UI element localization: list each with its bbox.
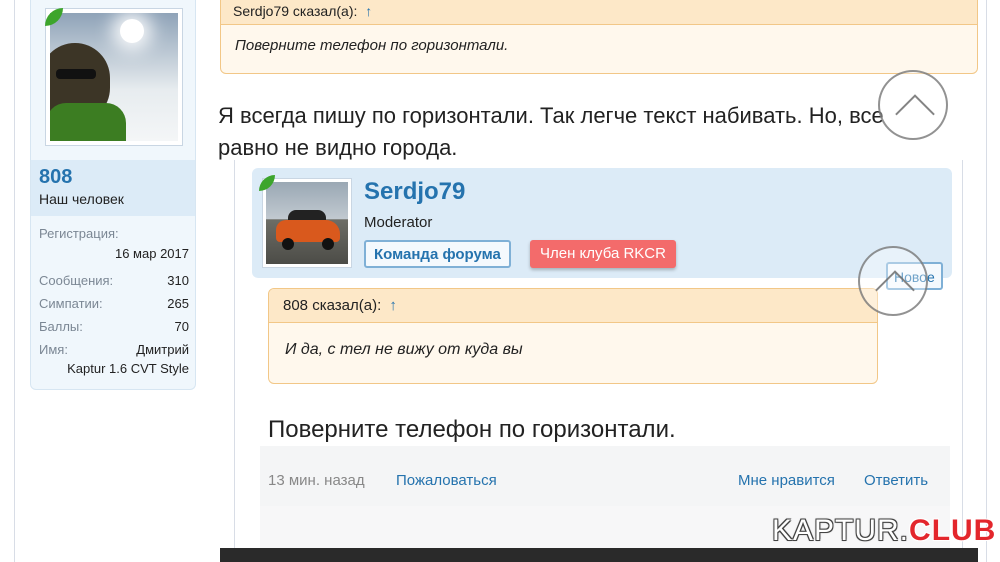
name-label: Имя: — [39, 342, 68, 357]
stat-row-likes: Симпатии: 265 — [39, 292, 189, 315]
page-border-right — [986, 0, 987, 562]
moderator-name: Serdjo79 — [364, 178, 466, 205]
attached-screenshot[interactable]: Serdjo79 Moderator Команда форума Член к… — [220, 160, 978, 562]
user-title: Наш человек — [39, 191, 124, 207]
embedded-chevron-up-icon — [875, 270, 915, 310]
badge-team: Команда форума — [364, 240, 511, 268]
avatar[interactable] — [45, 8, 183, 146]
stat-row-name: Имя: Дмитрий — [39, 338, 189, 361]
points-value[interactable]: 70 — [175, 319, 189, 334]
name-value: Дмитрий — [136, 342, 189, 357]
quote-text: Поверните телефон по горизонтали. — [235, 37, 509, 54]
embedded-quote-header: 808 сказал(а): ↑ — [269, 289, 877, 323]
embed-border-left — [234, 160, 235, 562]
moderator-role: Moderator — [364, 214, 433, 231]
kaptur-club-watermark: KAPTUR.CLUB — [772, 514, 996, 548]
moderator-avatar — [262, 178, 352, 268]
embedded-quote-author: 808 сказал(а): — [283, 297, 382, 314]
car-value: Kaptur 1.6 CVT Style — [67, 361, 189, 376]
scroll-up-button[interactable] — [878, 70, 948, 140]
embedded-time: 13 мин. назад — [268, 472, 365, 489]
watermark-part1: KAPTUR. — [772, 514, 910, 547]
embedded-quote-link: ↑ — [389, 297, 397, 314]
likes-value: 265 — [167, 296, 189, 311]
avatar-jacket — [50, 103, 126, 141]
registration-label: Регистрация: — [39, 226, 119, 241]
quote-jump-link[interactable]: ↑ — [365, 3, 372, 19]
page-border-left — [14, 0, 15, 562]
quote-header: Serdjo79 сказал(а): ↑ — [221, 0, 977, 25]
embedded-reply-link: Ответить — [864, 472, 929, 489]
moderator-card: Serdjo79 Moderator Команда форума Член к… — [252, 168, 952, 278]
car-wheel-front — [282, 238, 294, 250]
user-name-panel: 808 Наш человек — [31, 160, 195, 216]
embedded-like-link: Мне нравится — [738, 472, 835, 489]
embedded-report-link: Пожаловаться — [396, 472, 497, 489]
stat-row-points: Баллы: 70 — [39, 315, 189, 338]
likes-label: Симпатии: — [39, 296, 103, 311]
embedded-quote: 808 сказал(а): ↑ И да, с тел не вижу от … — [268, 288, 878, 384]
page: 808 Наш человек Регистрация: 16 мар 2017… — [0, 0, 1000, 562]
username-link[interactable]: 808 — [39, 166, 187, 189]
avatar-glasses — [56, 69, 96, 79]
car-wheel-rear — [322, 238, 334, 250]
messages-label: Сообщения: — [39, 273, 114, 288]
registration-value: 16 мар 2017 — [114, 246, 189, 261]
avatar-image — [50, 13, 178, 141]
embedded-scroll-up-button — [858, 246, 928, 316]
quote-author: Serdjo79 сказал(а): — [233, 3, 358, 19]
chevron-up-icon — [895, 94, 935, 134]
user-info-panel: 808 Наш человек Регистрация: 16 мар 2017… — [30, 0, 196, 390]
quote-block: Serdjo79 сказал(а): ↑ Поверните телефон … — [220, 0, 978, 74]
moderator-avatar-image — [266, 182, 348, 264]
embedded-dark-bar — [220, 548, 978, 562]
embedded-quote-text: И да, с тел не вижу от куда вы — [285, 341, 523, 358]
user-stats: Регистрация: 16 мар 2017 Сообщения: 310 … — [39, 226, 189, 376]
avatar-sun — [120, 19, 144, 43]
points-label: Баллы: — [39, 319, 83, 334]
watermark-part2: CLUB — [909, 514, 997, 547]
messages-value[interactable]: 310 — [167, 273, 189, 288]
badge-club: Член клуба RKCR — [530, 240, 676, 268]
message-text: Я всегда пишу по горизонтали. Так легче … — [218, 103, 884, 160]
embedded-message: Поверните телефон по горизонтали. — [268, 416, 676, 443]
embed-border-right — [962, 160, 963, 562]
stat-row-messages: Сообщения: 310 — [39, 269, 189, 292]
